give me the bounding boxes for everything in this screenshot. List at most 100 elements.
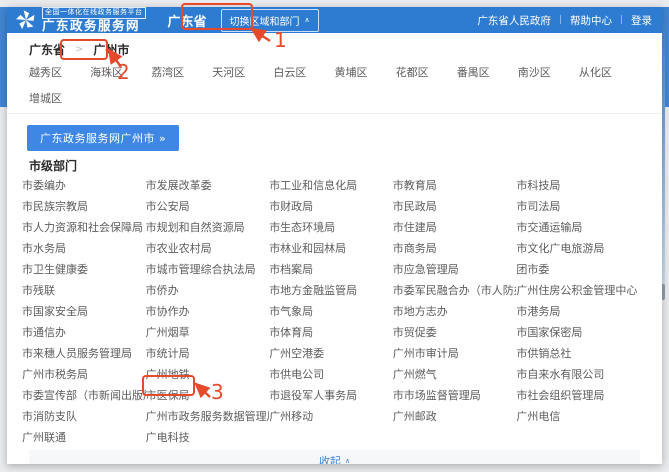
department-link[interactable]: 市地方志办 <box>393 301 517 322</box>
department-link[interactable]: 市交通运输局 <box>516 217 640 238</box>
department-link[interactable]: 市教育局 <box>393 175 517 196</box>
department-link[interactable]: 市残联 <box>22 280 146 301</box>
department-link[interactable]: 市财政局 <box>269 196 393 217</box>
department-link[interactable]: 广州邮政 <box>393 406 517 427</box>
department-link[interactable]: 市委军民融合办（市人防办） <box>393 280 517 301</box>
department-link[interactable]: 广州联通 <box>22 427 146 448</box>
department-link[interactable]: 市社会组织管理局 <box>516 385 640 406</box>
department-link[interactable]: 市退役军人事务局 <box>269 385 393 406</box>
region-department-dropdown-panel: 全国一体化在线政务服务平台 广东政务服务网 广东省 切换区域和部门 ∧ 广东省人… <box>7 7 662 464</box>
department-link[interactable]: 市委编办 <box>22 175 146 196</box>
department-link[interactable]: 市农业农村局 <box>146 238 270 259</box>
department-link[interactable]: 市档案局 <box>269 259 393 280</box>
department-link[interactable]: 市国家安全局 <box>22 301 146 322</box>
department-link[interactable]: 市医保局 <box>146 385 270 406</box>
help-center-link[interactable]: 帮助中心 <box>570 13 612 28</box>
gov-portal-link[interactable]: 广东省人民政府 <box>477 13 551 28</box>
department-link[interactable]: 广州市政务服务数据管理局 <box>146 406 270 427</box>
department-link[interactable]: 广州住房公积金管理中心 <box>516 280 640 301</box>
switch-region-label: 切换区域和部门 <box>230 13 300 28</box>
portal-button-row: 广东政务服务网广州市 » <box>7 114 662 151</box>
department-link[interactable]: 广州燃气 <box>393 364 517 385</box>
district-link[interactable]: 增城区 <box>29 90 90 106</box>
site-header: 全国一体化在线政务服务平台 广东政务服务网 广东省 切换区域和部门 ∧ 广东省人… <box>7 7 662 33</box>
city-portal-button[interactable]: 广东政务服务网广州市 » <box>27 125 179 151</box>
collapse-label: 收起 <box>319 453 341 464</box>
department-link[interactable]: 市供销总社 <box>516 343 640 364</box>
department-link[interactable]: 市消防支队 <box>22 406 146 427</box>
department-link[interactable]: 市科技局 <box>516 175 640 196</box>
department-link[interactable]: 广州地铁 <box>146 364 270 385</box>
department-link[interactable]: 广州市税务局 <box>22 364 146 385</box>
page-edge-left <box>0 7 7 107</box>
department-link[interactable]: 市委宣传部（市新闻出版局... <box>22 385 146 406</box>
department-link[interactable]: 市民族宗教局 <box>22 196 146 217</box>
district-link[interactable]: 荔湾区 <box>151 64 212 80</box>
breadcrumb-province[interactable]: 广东省 <box>29 41 65 58</box>
switch-region-button[interactable]: 切换区域和部门 ∧ <box>221 9 319 32</box>
department-link[interactable]: 市地方金融监管局 <box>269 280 393 301</box>
department-link[interactable]: 广州市审计局 <box>393 343 517 364</box>
department-link[interactable]: 市贸促委 <box>393 322 517 343</box>
district-link[interactable]: 天河区 <box>212 64 273 80</box>
department-link[interactable]: 市气象局 <box>269 301 393 322</box>
kapok-flower-logo-icon <box>15 9 37 31</box>
department-link[interactable]: 市公安局 <box>146 196 270 217</box>
department-link[interactable]: 广州移动 <box>269 406 393 427</box>
department-link[interactable]: 广州电信 <box>516 406 640 427</box>
department-link[interactable]: 市应急管理局 <box>393 259 517 280</box>
department-link[interactable]: 团市委 <box>516 259 640 280</box>
department-link[interactable]: 市市场监督管理局 <box>393 385 517 406</box>
district-link[interactable]: 白云区 <box>273 64 334 80</box>
district-link[interactable]: 黄埔区 <box>334 64 395 80</box>
breadcrumb-separator: > <box>75 44 83 55</box>
logo-text: 全国一体化在线政务服务平台 广东政务服务网 <box>42 7 146 32</box>
department-link[interactable]: 市卫生健康委 <box>22 259 146 280</box>
department-link[interactable]: 市文化广电旅游局 <box>516 238 640 259</box>
district-list: 越秀区海珠区荔湾区天河区白云区黄埔区花都区番禺区南沙区从化区增城区 <box>7 58 662 114</box>
department-link[interactable]: 市人力资源和社会保障局 <box>22 217 146 238</box>
collapse-button[interactable]: 收起 ∧ <box>29 450 640 464</box>
department-link[interactable]: 市工业和信息化局 <box>269 175 393 196</box>
site-name: 广东政务服务网 <box>42 19 146 33</box>
department-link[interactable]: 市供电公司 <box>269 364 393 385</box>
department-link[interactable]: 市商务局 <box>393 238 517 259</box>
site-logo[interactable]: 全国一体化在线政务服务平台 广东政务服务网 <box>15 7 146 32</box>
district-link[interactable]: 花都区 <box>396 64 457 80</box>
department-link[interactable]: 市发展改革委 <box>146 175 270 196</box>
department-link[interactable]: 市城市管理综合执法局 <box>146 259 270 280</box>
department-link[interactable]: 市体育局 <box>269 322 393 343</box>
current-region-label: 广东省 <box>168 11 207 30</box>
department-link[interactable]: 市水务局 <box>22 238 146 259</box>
district-link[interactable]: 番禺区 <box>457 64 518 80</box>
department-link[interactable]: 市港务局 <box>516 301 640 322</box>
district-link[interactable]: 越秀区 <box>29 64 90 80</box>
department-link[interactable]: 市国家保密局 <box>516 322 640 343</box>
department-link[interactable]: 市统计局 <box>146 343 270 364</box>
link-divider: | <box>620 15 623 25</box>
district-link[interactable]: 从化区 <box>579 64 640 80</box>
caret-up-icon: ∧ <box>305 17 310 24</box>
department-link[interactable]: 广电科技 <box>146 427 270 448</box>
breadcrumb-city[interactable]: 广州市 <box>93 41 129 58</box>
caret-up-icon: ∧ <box>345 457 350 464</box>
department-link[interactable]: 市生态环境局 <box>269 217 393 238</box>
department-link[interactable]: 广州空港委 <box>269 343 393 364</box>
department-link[interactable]: 市民政局 <box>393 196 517 217</box>
section-title: 市级部门 <box>7 151 662 174</box>
department-link[interactable]: 市通信办 <box>22 322 146 343</box>
department-link[interactable]: 市规划和自然资源局 <box>146 217 270 238</box>
department-link[interactable]: 市来穗人员服务管理局 <box>22 343 146 364</box>
department-link[interactable]: 市司法局 <box>516 196 640 217</box>
district-link[interactable]: 南沙区 <box>518 64 579 80</box>
department-link[interactable]: 市住建局 <box>393 217 517 238</box>
link-divider: | <box>559 15 562 25</box>
district-link[interactable]: 海珠区 <box>90 64 151 80</box>
department-link[interactable]: 市协作办 <box>146 301 270 322</box>
department-link[interactable]: 广州烟草 <box>146 322 270 343</box>
department-link[interactable]: 市侨办 <box>146 280 270 301</box>
login-link[interactable]: 登录 <box>631 13 652 28</box>
header-links: 广东省人民政府 | 帮助中心 | 登录 <box>477 13 652 28</box>
department-link[interactable]: 市林业和园林局 <box>269 238 393 259</box>
department-link[interactable]: 市自来水有限公司 <box>516 364 640 385</box>
